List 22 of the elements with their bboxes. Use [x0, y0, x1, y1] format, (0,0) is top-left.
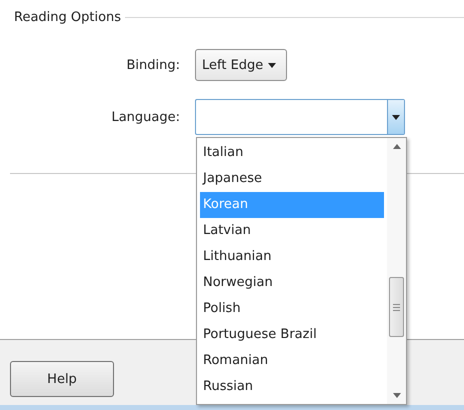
- language-dropdown[interactable]: [195, 99, 405, 135]
- scrollbar[interactable]: [387, 138, 406, 404]
- language-label: Language:: [110, 110, 181, 124]
- language-option[interactable]: Polish: [200, 296, 384, 322]
- caret-icon: [392, 114, 400, 120]
- language-option[interactable]: Japanese: [200, 166, 384, 192]
- caret-icon: [268, 62, 276, 68]
- binding-dropdown[interactable]: Left Edge: [195, 49, 287, 81]
- scroll-down-icon[interactable]: [392, 393, 400, 398]
- language-option[interactable]: Portuguese Brazil: [200, 322, 384, 348]
- language-option[interactable]: Romanian: [200, 348, 384, 374]
- language-option[interactable]: Latvian: [200, 218, 384, 244]
- help-button[interactable]: Help: [10, 361, 114, 397]
- scroll-up-icon[interactable]: [392, 144, 400, 149]
- language-option[interactable]: Norwegian: [200, 270, 384, 296]
- scroll-thumb[interactable]: [389, 277, 404, 337]
- language-option[interactable]: Lithuanian: [200, 244, 384, 270]
- grip-icon: [393, 304, 400, 310]
- language-option[interactable]: Italian: [200, 140, 384, 166]
- group-title: Reading Options: [13, 10, 122, 25]
- language-option[interactable]: Russian: [200, 374, 384, 400]
- binding-label: Binding:: [125, 58, 181, 72]
